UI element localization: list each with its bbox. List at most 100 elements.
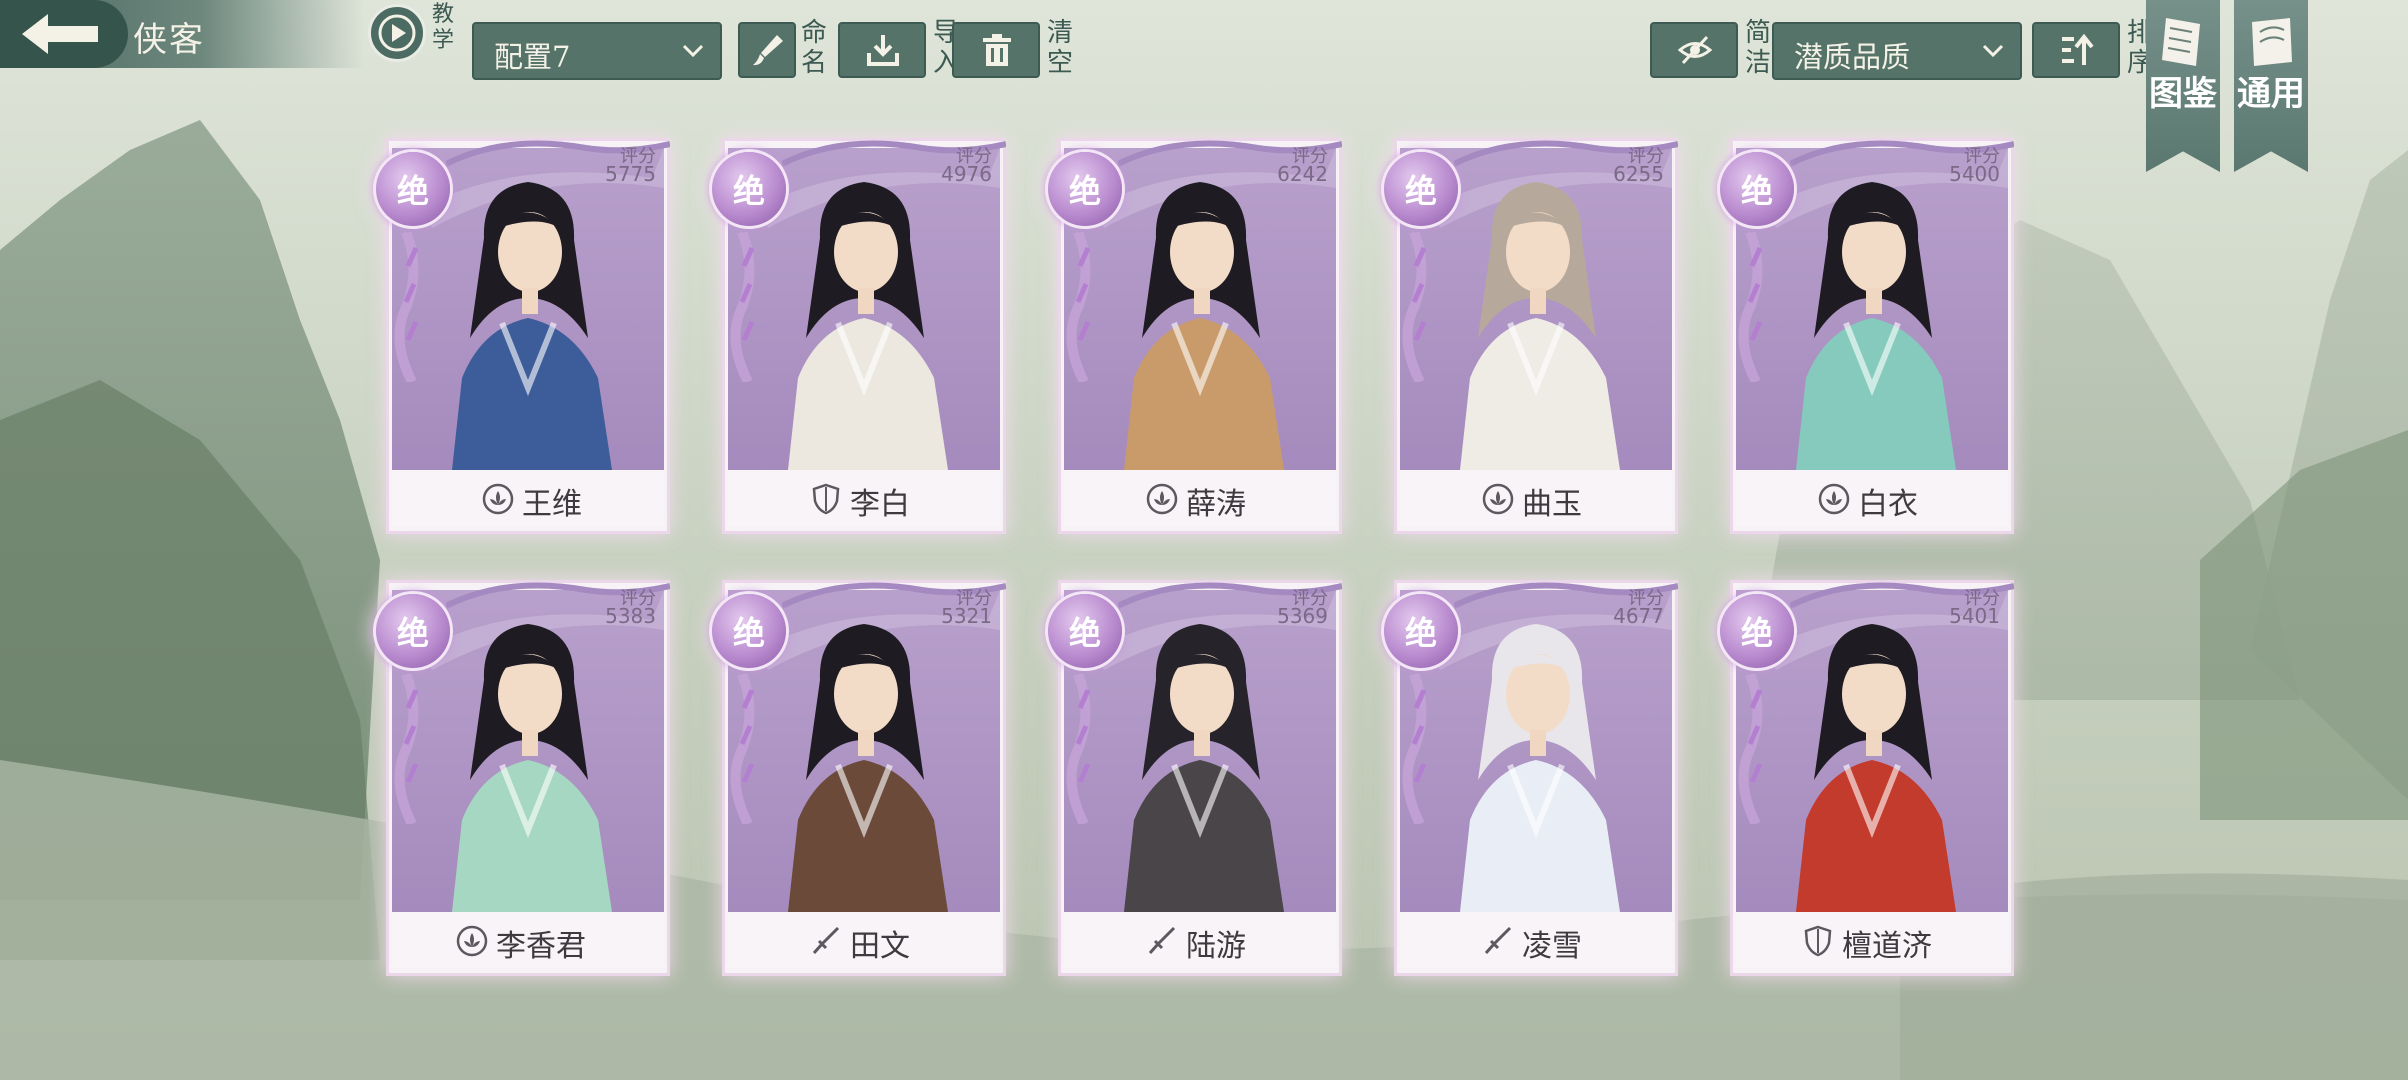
codex-label: 图鉴: [2149, 74, 2217, 114]
score-value: 4976: [941, 162, 992, 186]
shield-icon: [810, 483, 842, 515]
shield-icon: [1802, 925, 1834, 957]
tutorial-label: 教学: [432, 2, 455, 53]
score-value: 4677: [1613, 604, 1664, 628]
hero-name: 凌雪: [1522, 929, 1582, 964]
hero-card[interactable]: 评分 5383 绝 李香君: [376, 580, 670, 976]
grade-text: 绝: [396, 172, 429, 210]
simple-view-label: 简洁: [1744, 18, 1771, 78]
hero-card[interactable]: 评分 4976 绝 李白: [712, 138, 1006, 534]
star-ribbon: [1066, 232, 1091, 382]
lotus-icon: [1482, 483, 1514, 515]
name-bar: 王维: [392, 470, 664, 526]
hero-card[interactable]: 评分 5775 绝 王维: [376, 138, 670, 534]
hero-name: 李香君: [496, 929, 586, 964]
hero-name: 白衣: [1858, 487, 1918, 522]
grade-text: 绝: [1068, 172, 1101, 210]
hero-name: 檀道济: [1842, 929, 1932, 964]
score-value: 5369: [1277, 604, 1328, 628]
brush-icon: [738, 22, 796, 78]
grade-text: 绝: [1404, 614, 1437, 652]
grade-text: 绝: [732, 172, 765, 210]
grade-badge: 绝: [1720, 594, 1794, 668]
grade-text: 绝: [1740, 614, 1773, 652]
hero-name: 薛涛: [1186, 487, 1246, 522]
grade-text: 绝: [732, 614, 765, 652]
name-bar: 白衣: [1736, 470, 2008, 526]
lotus-icon: [456, 925, 488, 957]
hero-name: 王维: [522, 487, 582, 522]
sort-select[interactable]: 潜质品质: [1772, 22, 2022, 80]
back-button[interactable]: 侠客: [0, 0, 365, 68]
name-bar: 李香君: [392, 912, 664, 968]
config-select-value: 配置7: [494, 40, 571, 74]
grade-badge: 绝: [1384, 594, 1458, 668]
grade-badge: 绝: [1384, 152, 1458, 226]
hero-name: 李白: [850, 487, 910, 522]
hero-card[interactable]: 评分 5401 绝 檀道济: [1720, 580, 2014, 976]
lotus-icon: [482, 483, 514, 515]
back-arrow-icon: [22, 14, 98, 54]
grade-badge: 绝: [1720, 152, 1794, 226]
star-ribbon: [1738, 232, 1763, 382]
score-value: 6255: [1613, 162, 1664, 186]
lotus-icon: [1146, 483, 1178, 515]
hero-name: 陆游: [1186, 929, 1246, 964]
name-bar: 田文: [728, 912, 1000, 968]
sword-icon: [810, 925, 842, 957]
grade-badge: 绝: [376, 594, 450, 668]
top-bar: 侠客 教学 配置7 命名 导入 清空 简洁 潜质品质 排序 图鉴 通用: [0, 0, 2408, 172]
score-value: 6242: [1277, 162, 1328, 186]
grade-badge: 绝: [376, 152, 450, 226]
grade-badge: 绝: [712, 594, 786, 668]
grade-badge: 绝: [1048, 152, 1122, 226]
general-banner-button[interactable]: 通用: [2234, 0, 2308, 172]
score-value: 5321: [941, 604, 992, 628]
grade-text: 绝: [396, 614, 429, 652]
book-icon: [2162, 18, 2200, 66]
chevron-down-icon: [1982, 44, 2004, 58]
score-value: 5401: [1949, 604, 2000, 628]
score-value: 5383: [605, 604, 656, 628]
rename-label: 命名: [800, 18, 827, 78]
sort-icon: [2032, 22, 2120, 78]
codex-banner-button[interactable]: 图鉴: [2146, 0, 2220, 172]
star-ribbon: [394, 232, 419, 382]
name-bar: 薛涛: [1064, 470, 1336, 526]
name-bar: 陆游: [1064, 912, 1336, 968]
page-title: 侠客: [133, 20, 205, 60]
score-value: 5400: [1949, 162, 2000, 186]
download-icon: [838, 22, 926, 78]
hero-card[interactable]: 评分 5321 绝 田文: [712, 580, 1006, 976]
star-ribbon: [1066, 674, 1091, 824]
hero-name: 曲玉: [1522, 487, 1582, 522]
score-value: 5775: [605, 162, 656, 186]
star-ribbon: [1738, 674, 1763, 824]
name-bar: 檀道济: [1736, 912, 2008, 968]
hero-card[interactable]: 评分 5369 绝 陆游: [1048, 580, 1342, 976]
grade-text: 绝: [1404, 172, 1437, 210]
hero-card[interactable]: 评分 6255 绝 曲玉: [1384, 138, 1678, 534]
lotus-icon: [1818, 483, 1850, 515]
back-button-cap: [0, 0, 128, 68]
sword-icon: [1482, 925, 1514, 957]
star-ribbon: [730, 674, 755, 824]
grade-text: 绝: [1068, 614, 1101, 652]
name-bar: 李白: [728, 470, 1000, 526]
hero-card[interactable]: 评分 6242 绝 薛涛: [1048, 138, 1342, 534]
tutorial-button[interactable]: 教学: [368, 2, 454, 66]
config-select[interactable]: 配置7: [472, 22, 722, 80]
scroll-icon: [2252, 18, 2292, 66]
chevron-down-icon: [682, 44, 704, 58]
grade-text: 绝: [1740, 172, 1773, 210]
general-label: 通用: [2237, 74, 2305, 114]
hero-card[interactable]: 评分 4677 绝 凌雪: [1384, 580, 1678, 976]
star-ribbon: [394, 674, 419, 824]
sort-select-value: 潜质品质: [1794, 40, 1911, 74]
hero-card[interactable]: 评分 5400 绝 白衣: [1720, 138, 2014, 534]
star-ribbon: [730, 232, 755, 382]
sword-icon: [1146, 925, 1178, 957]
name-bar: 凌雪: [1400, 912, 1672, 968]
grade-badge: 绝: [712, 152, 786, 226]
trash-icon: [952, 22, 1040, 78]
